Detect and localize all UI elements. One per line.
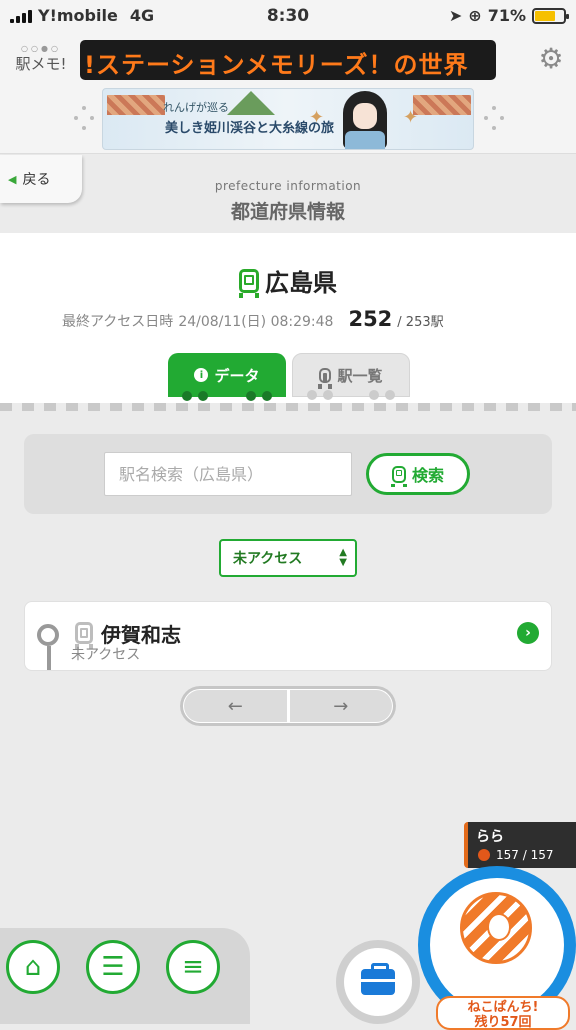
prev-page-button[interactable]: ← [184,690,287,722]
pattern-decoration [107,95,165,115]
station-total: / 253駅 [397,315,444,330]
info-icon: i [194,368,209,382]
dot-decoration-icon [74,98,96,142]
last-access-time: 24/08/11(日) 08:29:48 [178,314,334,330]
access-filter-select[interactable]: 未アクセス ▲ ▼ [219,539,357,577]
search-button-label: 検索 [411,466,444,485]
battery-percent: 71% [487,6,526,25]
pin-icon [37,624,59,646]
train-list-icon[interactable]: ≡ [166,940,220,994]
news-ticker[interactable]: !ステーションメモリーズ！の世界 [80,40,496,80]
station-list-icon[interactable]: ☰ [86,940,140,994]
prefecture-summary: 広島県 最終アクセス日時 24/08/11(日) 08:29:48 252 / … [0,233,576,403]
bottom-nav: ⌂ ☰ ≡ [0,928,250,1024]
filter-selected: 未アクセス [233,551,303,567]
pin-line [47,646,51,670]
access-info: 最終アクセス日時 24/08/11(日) 08:29:48 252 / 253駅 [62,307,444,331]
inventory-button[interactable] [336,940,420,1024]
station-search-input[interactable] [104,452,352,496]
tab-data[interactable]: i データ [168,353,286,401]
train-icon [75,622,93,649]
battery-icon [532,7,569,24]
partner-status[interactable]: らら 157 / 157 [464,822,576,868]
train-icon [390,465,407,487]
dot-decoration-icon [484,98,506,142]
partner-hp: 157 / 157 [478,848,553,862]
select-arrows-icon: ▲ ▼ [339,547,347,568]
page-title: 都道府県情報 [230,201,345,223]
search-panel: 検索 [24,434,552,514]
accessed-count: 252 [348,307,393,331]
banner-line1: れんげが巡る [163,101,229,114]
tab-bar: i データ 駅一覧 [168,353,410,401]
prefecture-name: 広島県 [265,269,337,297]
briefcase-icon [361,963,395,995]
list-item[interactable]: 伊賀和志 未アクセス › [24,601,552,671]
chevron-right-icon[interactable]: › [517,622,539,644]
hp-value: 157 / 157 [496,848,554,862]
mountain-icon [227,91,275,115]
status-bar: Y!mobile 4G 8:30 ➤ ⊕ 71% [0,0,576,34]
logo-text: 駅メモ! [15,55,67,73]
logo-dots-icon: ○○●○ [21,44,61,53]
app-header: ○○●○ 駅メモ! !ステーションメモリーズ！の世界 ⚙ れんげが巡る 美しき姫… [0,34,576,154]
pattern-decoration [413,95,471,115]
ticker-text: !ステーションメモリーズ！の世界 [84,51,469,79]
search-button[interactable]: 検索 [366,453,470,495]
neko-label: ねこぱんち! 残り57回 [436,996,570,1030]
tab-station-list[interactable]: 駅一覧 [292,353,410,400]
neko-punch-button[interactable]: ねこぱんち! 残り57回 [418,866,576,1030]
character-illustration [343,91,387,149]
next-page-button[interactable]: → [289,690,392,722]
last-access-label: 最終アクセス日時 [62,314,174,330]
tab-data-label: データ [214,366,260,385]
page-title-area: ◀ 戻る prefecture information 都道府県情報 [0,155,576,233]
neko-label-line1: ねこぱんち! [467,1000,539,1015]
train-icon [239,268,259,298]
page-subtitle: prefecture information [214,179,362,193]
partner-name: らら [476,829,504,845]
rotation-lock-icon: ⊕ [468,6,482,25]
rail-divider [0,403,576,411]
sparkle-icon: ✦ [309,107,325,128]
home-icon[interactable]: ⌂ [6,940,60,994]
neko-ball-icon [460,892,532,964]
neko-inner: ねこぱんち! 残り57回 [430,878,570,1030]
pagination: ← → [180,686,396,726]
sparkle-icon: ✦ [403,107,419,128]
tab-station-list-label: 駅一覧 [337,366,383,385]
event-banner[interactable]: れんげが巡る 美しき姫川渓谷と大糸線の旅 ✦ ✦ [102,88,474,150]
prefecture-heading: 広島県 [0,263,576,298]
gear-icon[interactable]: ⚙ [536,44,566,74]
hp-icon [478,849,490,861]
app-logo[interactable]: ○○●○ 駅メモ! [10,44,72,74]
neko-label-line2: 残り57回 [474,1015,532,1030]
location-icon: ➤ [448,6,463,25]
train-icon [318,367,333,389]
status-right: ➤ ⊕ 71% [448,6,569,25]
station-status: 未アクセス [71,647,141,663]
